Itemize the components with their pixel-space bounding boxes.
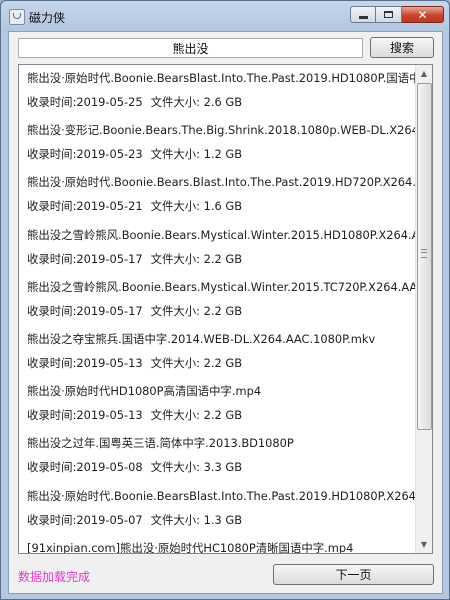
result-size: 文件大小: 2.2 GB <box>150 408 243 423</box>
scroll-thumb[interactable] <box>417 83 432 430</box>
result-title[interactable]: 熊出没·原始时代.Boonie.BearsBlast.Into.The.Past… <box>27 488 415 504</box>
minimize-icon <box>358 16 368 19</box>
minimize-button[interactable] <box>350 6 376 23</box>
title-bar[interactable]: 磁力侠 ✕ <box>1 1 449 31</box>
result-title[interactable]: 熊出没之雪岭熊风.Boonie.Bears.Mystical.Winter.20… <box>27 227 415 243</box>
result-size: 文件大小: 1.3 GB <box>150 512 243 527</box>
result-date: 收录时间:2019-05-08 <box>27 460 143 475</box>
scroll-grip-icon <box>421 249 427 258</box>
app-window: 磁力侠 ✕ 搜索 熊出没·原始时代.Boonie.BearsBlast.Into… <box>0 0 450 600</box>
result-meta: 收录时间:2019-05-17 文件大小: 2.2 GB <box>27 251 415 267</box>
close-icon: ✕ <box>417 7 428 22</box>
window-title: 磁力侠 <box>29 11 66 25</box>
window-client-area: 搜索 熊出没·原始时代.Boonie.BearsBlast.Into.The.P… <box>8 31 443 594</box>
result-size: 文件大小: 2.6 GB <box>150 95 243 109</box>
result-title[interactable]: [91xinpian.com]熊出没·原始时代HC1080P清晰国语中字.mp4 <box>27 540 415 553</box>
result-date: 收录时间:2019-05-13 <box>27 356 143 370</box>
window-controls: ✕ <box>350 6 444 24</box>
result-size: 文件大小: 1.2 GB <box>150 147 243 162</box>
result-meta: 收录时间:2019-05-23 文件大小: 1.2 GB <box>27 146 415 162</box>
scroll-down-arrow-icon[interactable]: ▼ <box>416 536 432 553</box>
result-date: 收录时间:2019-05-25 <box>27 95 143 109</box>
results-list-box[interactable]: 熊出没·原始时代.Boonie.BearsBlast.Into.The.Past… <box>18 64 433 554</box>
result-size: 文件大小: 1.6 GB <box>150 199 243 214</box>
result-meta: 收录时间:2019-05-21 文件大小: 1.6 GB <box>27 198 415 214</box>
result-title[interactable]: 熊出没之雪岭熊风.Boonie.Bears.Mystical.Winter.20… <box>27 279 415 295</box>
result-meta: 收录时间:2019-05-08 文件大小: 3.3 GB <box>27 459 415 475</box>
result-title[interactable]: 熊出没之夺宝熊兵.国语中字.2014.WEB-DL.X264.AAC.1080P… <box>27 331 415 347</box>
result-date: 收录时间:2019-05-13 <box>27 408 143 423</box>
result-date: 收录时间:2019-05-17 <box>27 251 143 266</box>
maximize-button[interactable] <box>376 6 402 23</box>
result-size: 文件大小: 3.3 GB <box>150 460 243 475</box>
next-page-button[interactable]: 下一页 <box>273 564 434 585</box>
result-size: 文件大小: 2.2 GB <box>150 251 243 266</box>
result-meta: 收录时间:2019-05-17 文件大小: 2.2 GB <box>27 303 415 319</box>
result-title[interactable]: 熊出没·原始时代HD1080P高清国语中字.mp4 <box>27 383 415 399</box>
result-meta: 收录时间:2019-05-13 文件大小: 2.2 GB <box>27 355 415 371</box>
maximize-icon <box>384 11 393 18</box>
result-title[interactable]: 熊出没·原始时代.Boonie.Bears.Blast.Into.The.Pas… <box>27 174 415 190</box>
results-list: 熊出没·原始时代.Boonie.BearsBlast.Into.The.Past… <box>19 65 415 553</box>
scroll-up-arrow-icon[interactable]: ▲ <box>416 65 432 82</box>
status-text: 数据加载完成 <box>18 570 91 584</box>
result-title[interactable]: 熊出没·原始时代.Boonie.BearsBlast.Into.The.Past… <box>27 70 415 86</box>
result-size: 文件大小: 2.2 GB <box>150 356 243 370</box>
app-icon <box>9 9 25 25</box>
result-size: 文件大小: 2.2 GB <box>150 303 243 318</box>
result-meta: 收录时间:2019-05-25 文件大小: 2.6 GB <box>27 94 415 110</box>
result-title[interactable]: 熊出没之过年.国粤英三语.简体中字.2013.BD1080P <box>27 435 415 451</box>
result-date: 收录时间:2019-05-07 <box>27 512 143 527</box>
search-input[interactable] <box>18 38 363 58</box>
result-date: 收录时间:2019-05-21 <box>27 199 143 214</box>
result-date: 收录时间:2019-05-23 <box>27 147 143 162</box>
result-date: 收录时间:2019-05-17 <box>27 303 143 318</box>
result-meta: 收录时间:2019-05-13 文件大小: 2.2 GB <box>27 407 415 423</box>
result-title[interactable]: 熊出没·变形记.Boonie.Bears.The.Big.Shrink.2018… <box>27 122 415 138</box>
close-button[interactable]: ✕ <box>402 6 444 23</box>
result-meta: 收录时间:2019-05-07 文件大小: 1.3 GB <box>27 512 415 528</box>
vertical-scrollbar[interactable]: ▲ ▼ <box>415 65 432 553</box>
search-button[interactable]: 搜索 <box>370 37 434 58</box>
